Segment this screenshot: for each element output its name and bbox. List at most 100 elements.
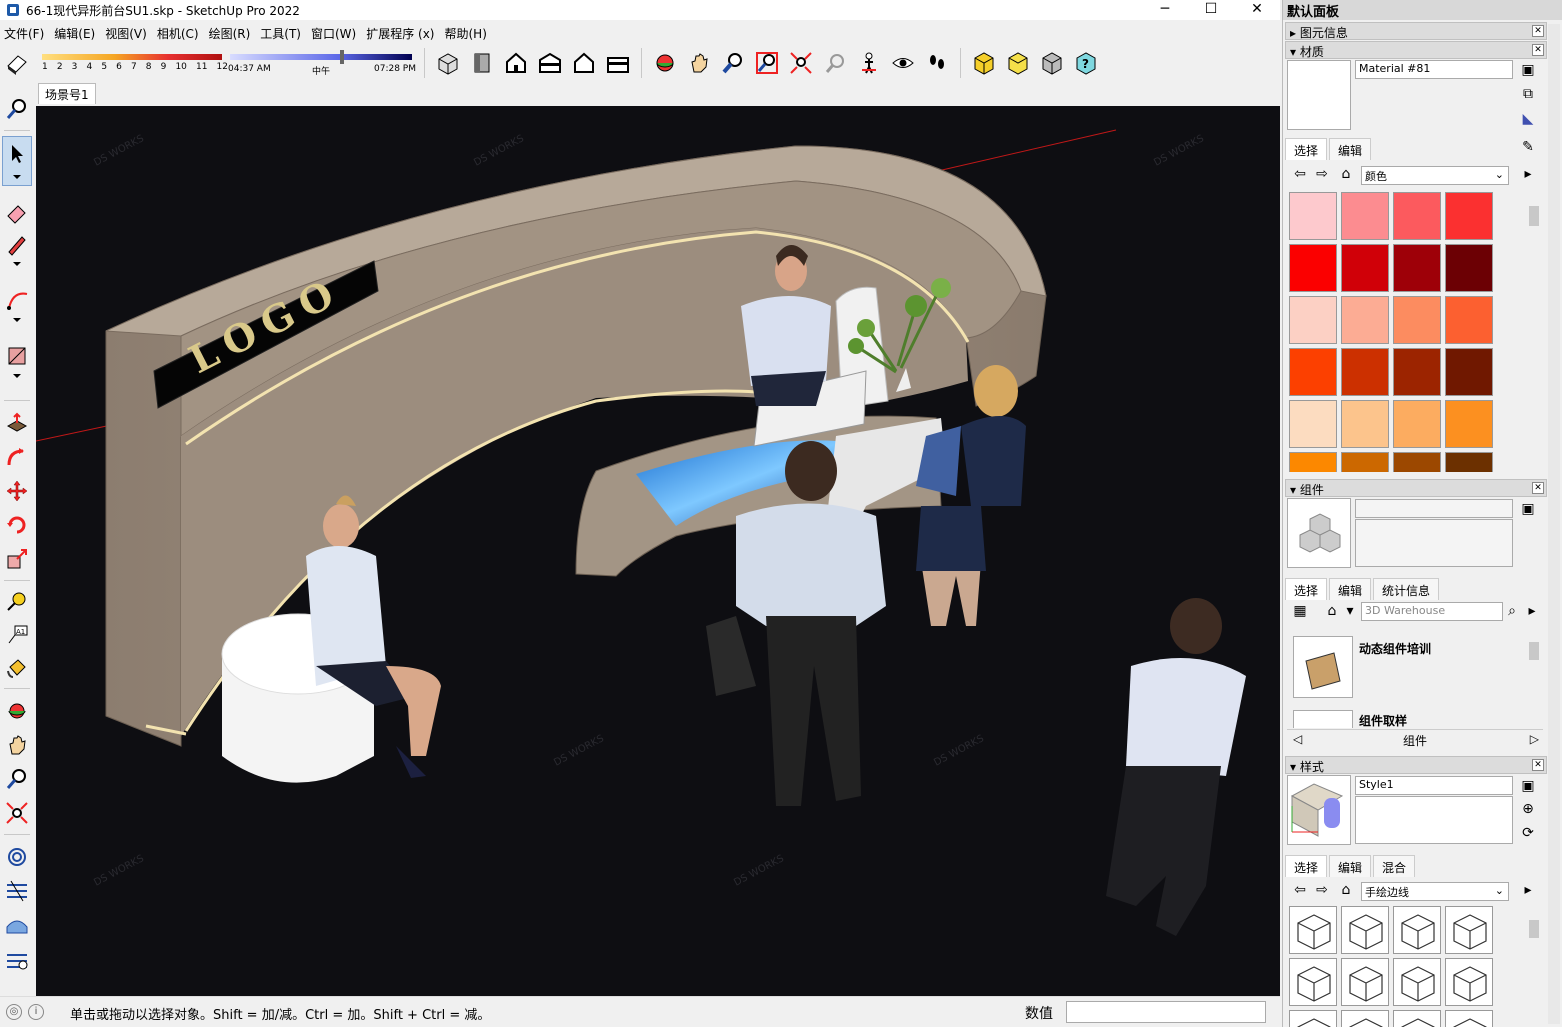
material-swatch[interactable] (1393, 400, 1441, 448)
zoom-tool-2[interactable] (2, 764, 32, 794)
eyedropper-icon[interactable]: ✎ (1519, 138, 1537, 156)
zoom-tool[interactable] (2, 94, 32, 124)
material-swatch[interactable] (1393, 244, 1441, 292)
style-thumbnail[interactable] (1289, 958, 1337, 1006)
pan-tool[interactable] (2, 730, 32, 760)
tab-styles-mix[interactable]: 混合 (1373, 855, 1416, 877)
previous-view-button[interactable] (820, 48, 850, 78)
components-scrollbar[interactable] (1527, 630, 1541, 726)
close-icon[interactable]: ✕ (1532, 759, 1544, 771)
follow-me-tool[interactable] (2, 442, 32, 472)
material-swatch[interactable] (1289, 348, 1337, 396)
material-swatch[interactable] (1445, 400, 1493, 448)
component-description-field[interactable] (1355, 519, 1513, 567)
paint-bucket-tool[interactable] (2, 654, 32, 684)
arc-tool[interactable] (2, 290, 32, 322)
menu-tools[interactable]: 工具(T) (256, 25, 307, 42)
home-icon[interactable]: ⌂ (1337, 881, 1355, 899)
menu-camera[interactable]: 相机(C) (153, 25, 205, 42)
measurements-input[interactable] (1066, 1001, 1266, 1023)
tab-components-stats[interactable]: 统计信息 (1373, 578, 1440, 600)
style-thumbnail[interactable] (1289, 906, 1337, 954)
forward-arrow-icon[interactable]: ▷ (1530, 732, 1539, 746)
front-view-button[interactable] (501, 48, 531, 78)
menu-window[interactable]: 窗口(W) (307, 25, 362, 42)
zoom-extents-button[interactable] (786, 48, 816, 78)
minimize-button[interactable]: ─ (1142, 0, 1188, 20)
refresh-icon[interactable]: ⟳ (1519, 824, 1537, 842)
sandbox-smoove-tool[interactable] (2, 910, 32, 940)
tray-scrollbar[interactable] (1548, 24, 1560, 1024)
style-thumbnail[interactable] (1341, 958, 1389, 1006)
shadow-month-slider[interactable]: 12 34 56 78 9 10 11 12 (38, 48, 228, 78)
share-component-button[interactable] (1003, 48, 1033, 78)
shadow-time-thumb[interactable] (340, 50, 344, 64)
tab-components-edit[interactable]: 编辑 (1329, 578, 1372, 600)
swatch-scrollbar[interactable] (1527, 192, 1541, 472)
material-swatch[interactable] (1393, 296, 1441, 344)
material-swatch[interactable] (1289, 452, 1337, 472)
material-library-select[interactable]: 颜色 ⌄ (1361, 166, 1509, 185)
menu-draw[interactable]: 绘图(R) (205, 25, 257, 42)
material-swatch[interactable] (1445, 348, 1493, 396)
orbit-button[interactable] (650, 48, 680, 78)
home-icon[interactable]: ⌂ (1337, 165, 1355, 183)
back-arrow-icon[interactable]: ◁ (1293, 732, 1302, 746)
create-style-icon[interactable]: ▣ (1519, 777, 1537, 795)
shadow-toggle-button[interactable] (2, 48, 32, 78)
menu-extensions[interactable]: 扩展程序 (x) (362, 25, 440, 42)
styles-scrollbar[interactable] (1527, 906, 1541, 1027)
iso-view-button[interactable] (433, 48, 463, 78)
text-tool[interactable]: A1 (2, 620, 32, 650)
tab-styles-select[interactable]: 选择 (1285, 855, 1328, 877)
material-swatch[interactable] (1341, 296, 1389, 344)
look-around-button[interactable] (888, 48, 918, 78)
right-view-button[interactable] (535, 48, 565, 78)
position-camera-button[interactable] (854, 48, 884, 78)
material-swatch[interactable] (1289, 400, 1337, 448)
navigation-dropdown-icon[interactable]: ▾ (1341, 602, 1359, 620)
tab-materials-select[interactable]: 选择 (1285, 138, 1328, 160)
search-icon[interactable]: ⌕ (1503, 602, 1521, 620)
zoom-button[interactable] (718, 48, 748, 78)
material-swatch[interactable] (1289, 244, 1337, 292)
style-thumbnail[interactable] (1445, 906, 1493, 954)
style-thumbnail[interactable] (1341, 906, 1389, 954)
style-thumbnail[interactable] (1445, 1010, 1493, 1027)
sandbox-scratch-tool[interactable] (2, 876, 32, 906)
style-thumbnail[interactable] (1393, 958, 1441, 1006)
component-item[interactable]: 组件取样 (1289, 706, 1529, 728)
home-icon[interactable]: ⌂ (1323, 602, 1341, 620)
material-name-field[interactable]: Material #81 (1355, 60, 1513, 79)
styles-header[interactable]: ▾ 样式 ✕ (1285, 756, 1547, 774)
menu-edit[interactable]: 编辑(E) (50, 25, 101, 42)
style-library-select[interactable]: 手绘边线 ⌄ (1361, 882, 1509, 901)
tape-measure-tool[interactable] (2, 586, 32, 616)
material-swatch[interactable] (1445, 452, 1493, 472)
material-swatch[interactable] (1393, 192, 1441, 240)
component-item[interactable]: 动态组件培训 (1289, 632, 1529, 702)
style-name-field[interactable]: Style1 (1355, 776, 1513, 795)
menu-help[interactable]: 帮助(H) (440, 25, 492, 42)
menu-view[interactable]: 视图(V) (101, 25, 153, 42)
tab-styles-edit[interactable]: 编辑 (1329, 855, 1372, 877)
components-header[interactable]: ▾ 组件 ✕ (1285, 479, 1547, 497)
component-details-icon[interactable]: ▣ (1519, 500, 1537, 518)
left-view-button[interactable] (603, 48, 633, 78)
tab-materials-edit[interactable]: 编辑 (1329, 138, 1372, 160)
back-arrow-icon[interactable]: ⇦ (1291, 881, 1309, 899)
style-thumbnail[interactable] (1445, 958, 1493, 1006)
maximize-button[interactable]: ☐ (1188, 0, 1234, 20)
shadow-time-slider[interactable]: 04:37 AM 中午 07:28 PM (228, 48, 418, 78)
forward-arrow-icon[interactable]: ⇨ (1313, 881, 1331, 899)
help-button[interactable]: ? (1071, 48, 1101, 78)
material-swatch[interactable] (1393, 348, 1441, 396)
material-swatch[interactable] (1289, 192, 1337, 240)
material-swatch[interactable] (1341, 348, 1389, 396)
material-swatch[interactable] (1445, 192, 1493, 240)
material-swatch[interactable] (1445, 296, 1493, 344)
default-material-icon[interactable]: ⧉ (1519, 85, 1537, 103)
warehouse-button[interactable] (969, 48, 999, 78)
close-icon[interactable]: ✕ (1532, 25, 1544, 37)
sample-paint-icon[interactable]: ◣ (1519, 110, 1537, 128)
